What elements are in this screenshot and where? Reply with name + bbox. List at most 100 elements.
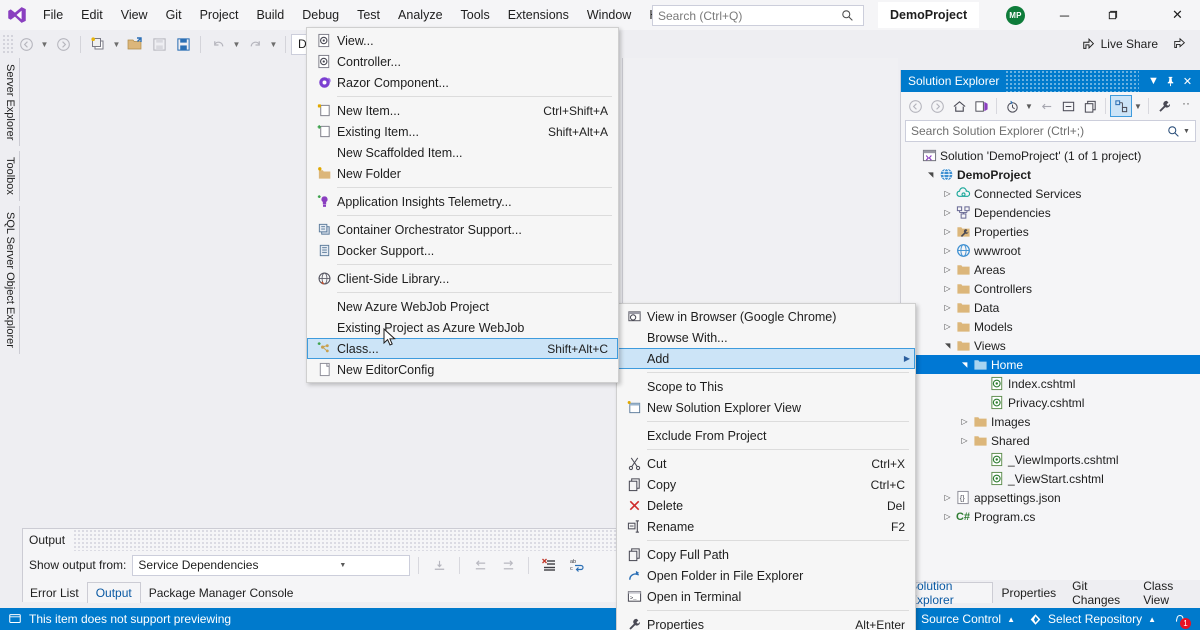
bottom-tab-properties[interactable]: Properties: [993, 582, 1064, 603]
menu-edit[interactable]: Edit: [72, 3, 112, 27]
tree-item-home[interactable]: ◢ Home: [901, 355, 1200, 374]
menu-item-new-solution-explorer-view[interactable]: New Solution Explorer View: [617, 397, 915, 418]
send-feedback-icon[interactable]: [1168, 33, 1192, 55]
menu-item-razor-component[interactable]: Razor Component...: [307, 72, 618, 93]
undo-icon[interactable]: [206, 33, 230, 55]
chevron-collapsed-icon[interactable]: ▷: [958, 436, 971, 445]
menu-project[interactable]: Project: [191, 3, 248, 27]
tree-item-views[interactable]: ◢ Views: [901, 336, 1200, 355]
toolbar-grip[interactable]: [2, 34, 14, 54]
menu-file[interactable]: File: [34, 3, 72, 27]
new-project-icon[interactable]: [86, 33, 110, 55]
save-all-icon[interactable]: [171, 33, 195, 55]
menu-build[interactable]: Build: [247, 3, 293, 27]
menu-item-new-editorconfig[interactable]: New EditorConfig: [307, 359, 618, 380]
menu-item-cut[interactable]: Cut Ctrl+X: [617, 453, 915, 474]
show-all-files-icon[interactable]: [1079, 95, 1101, 117]
pin-icon[interactable]: [1162, 71, 1179, 91]
menu-window[interactable]: Window: [578, 3, 640, 27]
menu-item-application-insights-telemetry[interactable]: Application Insights Telemetry...: [307, 191, 618, 212]
menu-item-class[interactable]: Class... Shift+Alt+C: [307, 338, 618, 359]
source-control-status[interactable]: Source Control ▲: [921, 612, 1015, 626]
menu-item-new-scaffolded-item[interactable]: New Scaffolded Item...: [307, 142, 618, 163]
chevron-down-icon[interactable]: ▼: [1145, 71, 1162, 91]
menu-tools[interactable]: Tools: [452, 3, 499, 27]
navigate-forward-icon[interactable]: [926, 95, 948, 117]
bottom-tab-output[interactable]: Output: [86, 582, 141, 603]
menu-item-copy[interactable]: Copy Ctrl+C: [617, 474, 915, 495]
panel-drag-grip[interactable]: [1005, 70, 1139, 92]
chevron-collapsed-icon[interactable]: ▷: [941, 512, 954, 521]
home-icon[interactable]: [948, 95, 970, 117]
save-icon[interactable]: [147, 33, 171, 55]
close-button[interactable]: ✕: [1155, 0, 1200, 30]
collapse-all-icon[interactable]: [1057, 95, 1079, 117]
search-input[interactable]: [653, 6, 841, 25]
menu-item-new-item[interactable]: New Item... Ctrl+Shift+A: [307, 100, 618, 121]
new-project-dropdown[interactable]: ▼: [110, 33, 123, 55]
view-switch-dropdown[interactable]: ▼: [1132, 95, 1144, 117]
overflow-icon[interactable]: ··: [1175, 95, 1197, 117]
live-share-button[interactable]: Live Share: [1076, 33, 1164, 55]
chevron-down-icon[interactable]: ▼: [271, 562, 409, 569]
tree-item-areas[interactable]: ▷ Areas: [901, 260, 1200, 279]
navigate-back-dropdown[interactable]: ▼: [38, 33, 51, 55]
chevron-expanded-icon[interactable]: ◢: [944, 339, 952, 352]
menu-extensions[interactable]: Extensions: [499, 3, 578, 27]
find-message-icon[interactable]: [427, 554, 451, 576]
menu-item-scope-to-this[interactable]: Scope to This: [617, 376, 915, 397]
menu-item-view[interactable]: View...: [307, 30, 618, 51]
global-search[interactable]: [652, 5, 864, 26]
menu-git[interactable]: Git: [157, 3, 191, 27]
menu-item-view-in-browser-google-chrome[interactable]: View in Browser (Google Chrome): [617, 306, 915, 327]
bottom-tab-git-changes[interactable]: Git Changes: [1064, 579, 1135, 607]
bottom-tab-class-view[interactable]: Class View: [1135, 579, 1200, 607]
menu-item-open-folder-in-file-explorer[interactable]: Open Folder in File Explorer: [617, 565, 915, 586]
tree-item-controllers[interactable]: ▷ Controllers: [901, 279, 1200, 298]
chevron-expanded-icon[interactable]: ◢: [961, 358, 969, 371]
tree-item-dependencies[interactable]: ▷ Dependencies: [901, 203, 1200, 222]
tree-item-shared[interactable]: ▷ Shared: [901, 431, 1200, 450]
avatar[interactable]: MP: [1006, 6, 1025, 25]
pending-changes-icon[interactable]: [970, 95, 992, 117]
chevron-collapsed-icon[interactable]: ▷: [958, 417, 971, 426]
maximize-button[interactable]: [1090, 0, 1135, 30]
menu-test[interactable]: Test: [348, 3, 389, 27]
chevron-collapsed-icon[interactable]: ▷: [941, 265, 954, 274]
tree-item-data[interactable]: ▷ Data: [901, 298, 1200, 317]
chevron-expanded-icon[interactable]: ◢: [927, 168, 935, 181]
tree-item-wwwroot[interactable]: ▷ wwwroot: [901, 241, 1200, 260]
sync-dropdown[interactable]: ▼: [1023, 95, 1035, 117]
chevron-collapsed-icon[interactable]: ▷: [941, 227, 954, 236]
tree-item-demoproject[interactable]: ◢ DemoProject: [901, 165, 1200, 184]
chevron-collapsed-icon[interactable]: ▷: [941, 303, 954, 312]
undo-dropdown[interactable]: ▼: [230, 33, 243, 55]
tree-item-properties[interactable]: ▷ Properties: [901, 222, 1200, 241]
clear-all-icon[interactable]: [537, 554, 561, 576]
navigate-back-icon[interactable]: [14, 33, 38, 55]
menu-item-delete[interactable]: Delete Del: [617, 495, 915, 516]
vtab-sql-server-object-explorer[interactable]: SQL Server Object Explorer: [0, 206, 20, 355]
output-source-combo[interactable]: Service Dependencies ▼: [132, 554, 411, 576]
redo-dropdown[interactable]: ▼: [267, 33, 280, 55]
chevron-collapsed-icon[interactable]: ▷: [941, 246, 954, 255]
minimize-button[interactable]: ─: [1042, 0, 1087, 30]
close-icon[interactable]: ✕: [1179, 71, 1196, 91]
bottom-tab-error-list[interactable]: Error List: [22, 582, 87, 603]
menu-item-controller[interactable]: Controller...: [307, 51, 618, 72]
menu-debug[interactable]: Debug: [293, 3, 348, 27]
menu-item-properties[interactable]: Properties Alt+Enter: [617, 614, 915, 630]
project-chip[interactable]: DemoProject: [878, 2, 980, 28]
toggle-word-wrap-icon[interactable]: ab c: [565, 554, 589, 576]
menu-item-new-azure-webjob-project[interactable]: New Azure WebJob Project: [307, 296, 618, 317]
search-options-dropdown[interactable]: ▼: [1183, 128, 1195, 135]
menu-view[interactable]: View: [112, 3, 157, 27]
menu-item-browse-with[interactable]: Browse With...: [617, 327, 915, 348]
tree-item-index-cshtml[interactable]: Index.cshtml: [901, 374, 1200, 393]
menu-item-existing-item[interactable]: Existing Item... Shift+Alt+A: [307, 121, 618, 142]
solution-explorer-search[interactable]: ▼: [905, 120, 1196, 142]
chevron-collapsed-icon[interactable]: ▷: [941, 322, 954, 331]
solution-search-input[interactable]: [906, 121, 1163, 141]
menu-item-client-side-library[interactable]: Client-Side Library...: [307, 268, 618, 289]
go-to-next-icon[interactable]: [496, 554, 520, 576]
